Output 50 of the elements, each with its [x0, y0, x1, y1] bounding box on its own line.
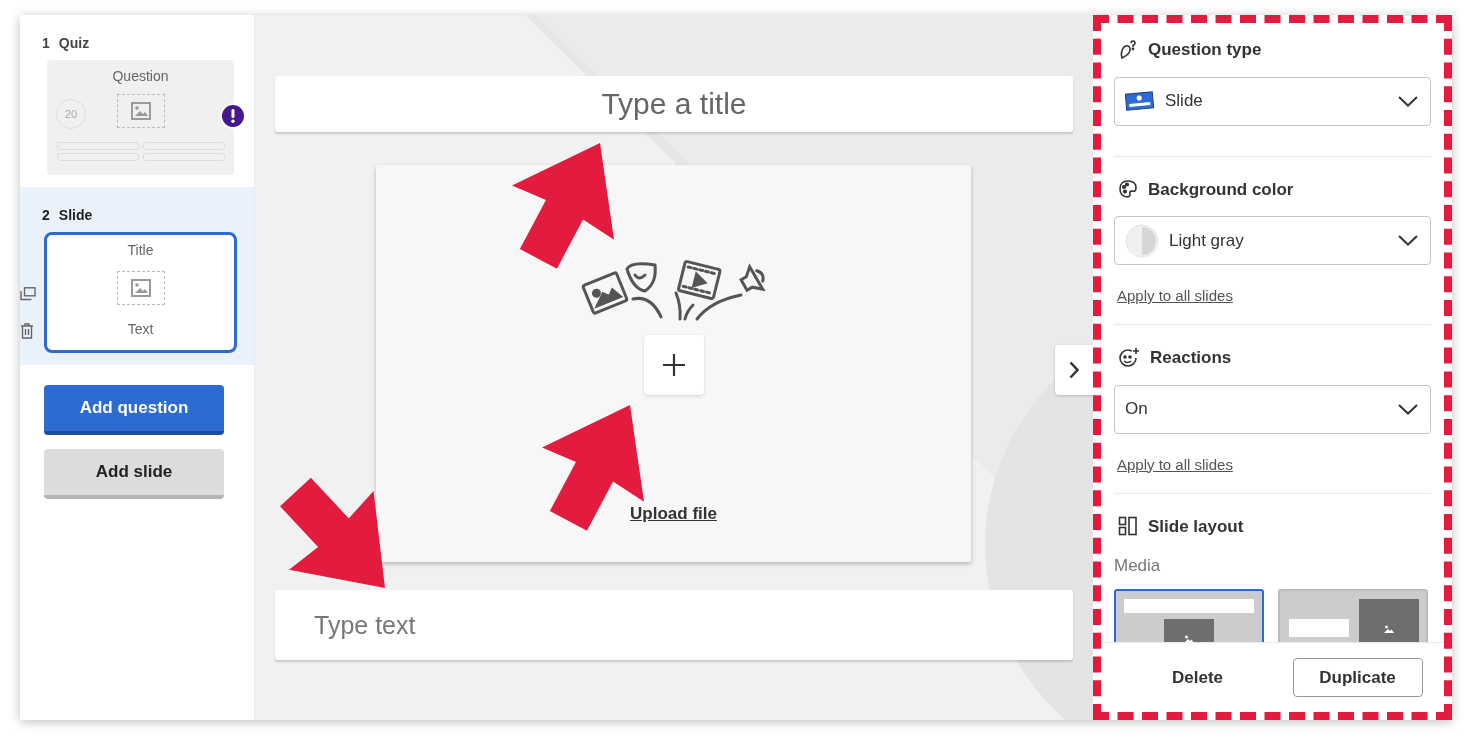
add-button[interactable]: Add question — [44, 385, 224, 435]
slide-title: Slide — [58, 206, 93, 225]
slide-number: 2 — [42, 206, 50, 225]
image-icon — [130, 279, 151, 297]
text-field[interactable]: Type text — [275, 590, 1073, 660]
section-heading: Reactions — [1150, 347, 1232, 369]
dropdown-value: Slide — [1165, 90, 1204, 113]
collapse-panel-button[interactable] — [1055, 345, 1093, 395]
dropdown[interactable]: Slide — [1114, 76, 1431, 126]
smiley-add-icon — [1118, 346, 1140, 369]
thumbnail-heading: Title — [127, 241, 154, 260]
image-icon — [1184, 634, 1194, 642]
section-heading: Slide layout — [1148, 515, 1244, 538]
dropdown[interactable]: On — [1114, 384, 1431, 434]
chevron-right-icon — [1069, 361, 1079, 379]
question-bubble-icon — [1118, 39, 1138, 60]
section-heading: Background color — [1148, 178, 1294, 201]
color-swatch — [1125, 223, 1159, 258]
palette-icon — [1118, 179, 1138, 200]
duplicate-button[interactable]: Duplicate — [1292, 658, 1423, 697]
slide-thumbnail[interactable]: Question 20 — [47, 60, 234, 175]
layout-icon — [1118, 516, 1138, 537]
layout-option[interactable] — [1278, 588, 1428, 642]
thumbnail-text: Text — [127, 320, 154, 339]
dropdown-value: On — [1125, 398, 1149, 421]
dropdown-value: Light gray — [1169, 229, 1245, 252]
thumbnail-heading: Question — [112, 67, 169, 86]
add-button[interactable]: Add slide — [44, 449, 224, 499]
slide-number: 1 — [42, 34, 50, 53]
apply-all-link[interactable]: Apply to all slides — [1117, 453, 1233, 476]
trash-icon[interactable] — [20, 323, 34, 339]
apply-all-link[interactable]: Apply to all slides — [1117, 285, 1233, 308]
title-field[interactable]: Type a title — [275, 76, 1073, 132]
dropdown[interactable]: Light gray — [1114, 216, 1431, 265]
plus-icon — [661, 353, 686, 377]
upload-file-link[interactable]: Upload file — [630, 501, 717, 527]
chevron-down-icon — [1398, 95, 1418, 107]
layout-option[interactable] — [1114, 588, 1264, 642]
image-icon — [1384, 624, 1394, 633]
duplicate-icon[interactable] — [20, 287, 36, 301]
layout-label: Media — [1114, 555, 1162, 577]
slide-title: Quiz — [58, 34, 90, 53]
delete-button[interactable]: Delete — [1142, 658, 1253, 697]
section-heading: Question type — [1148, 39, 1262, 61]
slide-type-icon — [1125, 89, 1155, 113]
add-media-button[interactable] — [643, 335, 704, 395]
image-icon — [130, 102, 151, 120]
chevron-down-icon — [1398, 403, 1418, 415]
slide-list-item[interactable]: 2 Slide Title Text — [20, 187, 254, 365]
chevron-down-icon — [1398, 235, 1418, 246]
